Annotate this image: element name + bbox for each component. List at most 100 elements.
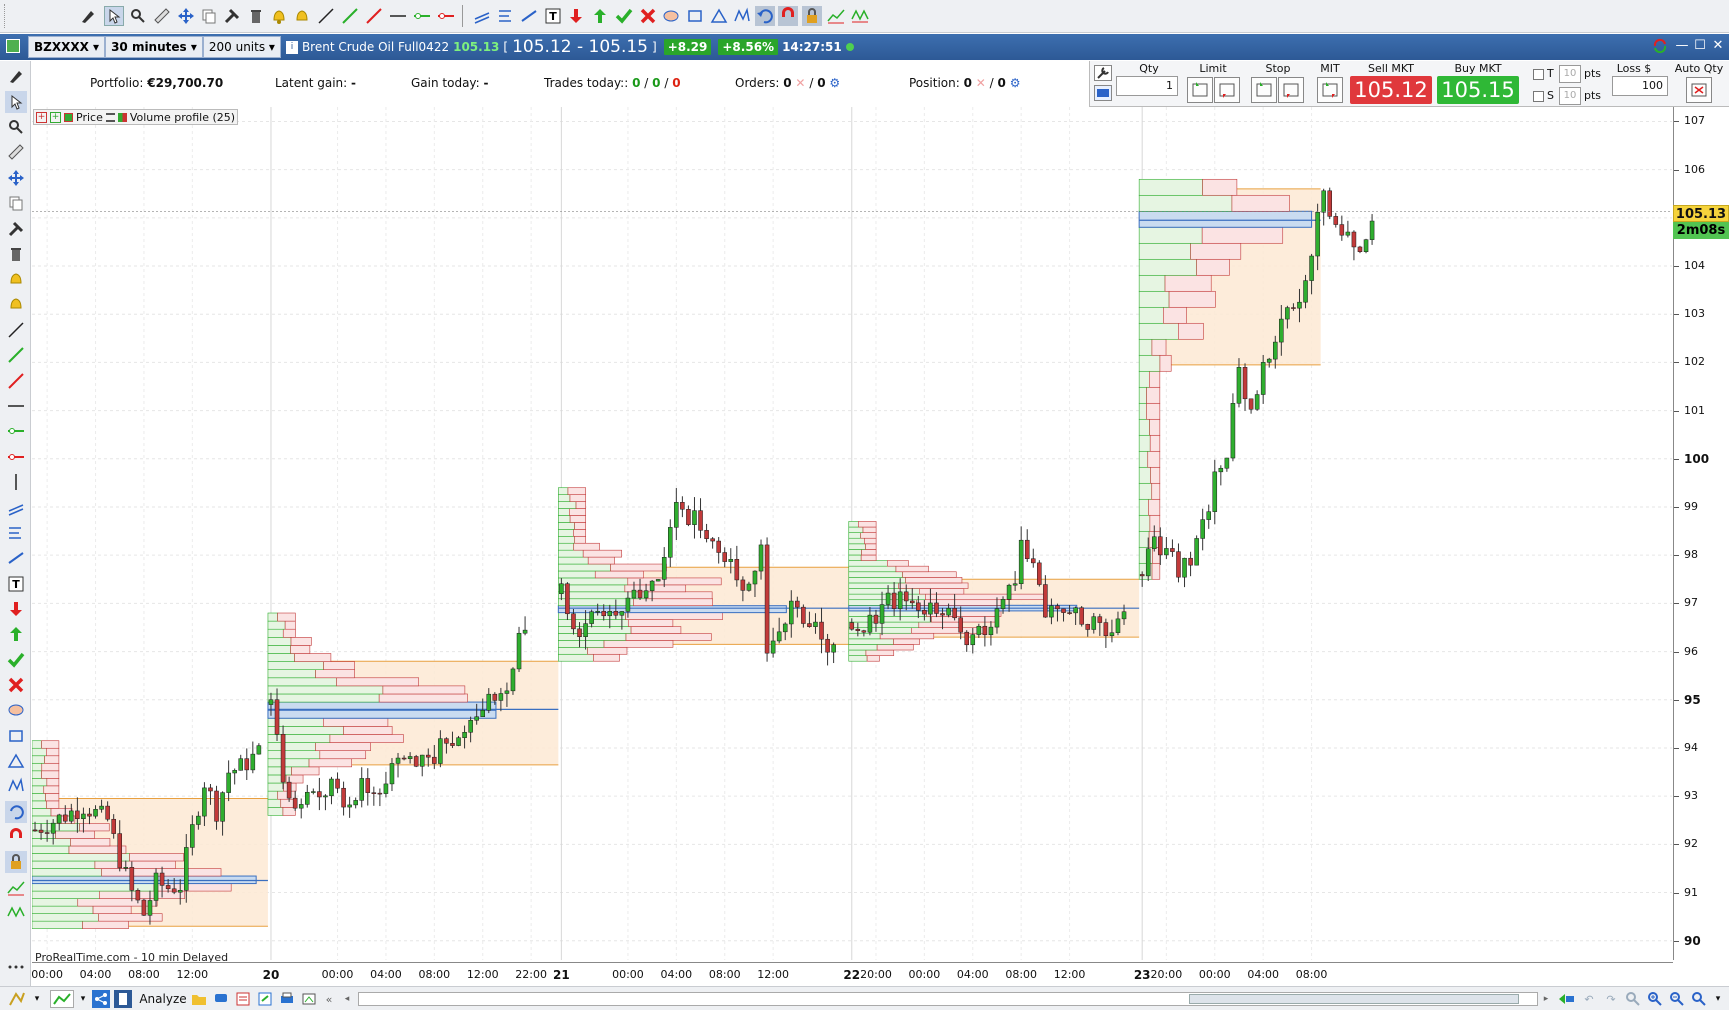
text-tool-icon[interactable]: T: [543, 6, 563, 26]
move-icon[interactable]: [5, 167, 27, 189]
undo-draw-icon[interactable]: [5, 801, 27, 823]
info-icon[interactable]: i: [285, 40, 298, 54]
list-view-icon[interactable]: [234, 990, 252, 1008]
screenshot-icon[interactable]: [300, 990, 318, 1008]
fibonacci-icon[interactable]: [496, 6, 516, 26]
cursor-icon[interactable]: [104, 6, 124, 26]
horizontal-line-icon[interactable]: [5, 395, 27, 417]
toolbar-grip[interactable]: [4, 4, 7, 28]
line-tool-icon[interactable]: [5, 319, 27, 341]
green-horizontal-icon[interactable]: [5, 420, 27, 442]
indicator-icon[interactable]: [5, 877, 27, 899]
zoom-fit-icon[interactable]: [1624, 990, 1642, 1008]
limit-sell-button[interactable]: [1214, 77, 1240, 103]
position-close-icon[interactable]: ✕: [976, 76, 986, 90]
text-tool-icon[interactable]: T: [5, 573, 27, 595]
auto-qty-button[interactable]: [1686, 77, 1712, 103]
ellipse-icon[interactable]: [661, 6, 681, 26]
indicator-dropdown-icon[interactable]: ▾: [32, 990, 42, 1008]
indicator-menu-icon[interactable]: [6, 990, 28, 1008]
uptrend-line-icon[interactable]: [5, 344, 27, 366]
zigzag-icon[interactable]: [5, 902, 27, 924]
red-horizontal-icon[interactable]: [5, 446, 27, 468]
cursor-icon[interactable]: [5, 91, 27, 113]
limit-buy-button[interactable]: [1187, 77, 1213, 103]
fibonacci-icon[interactable]: [5, 522, 27, 544]
qty-input[interactable]: 1: [1116, 76, 1178, 96]
stop-buy-button[interactable]: [1251, 77, 1277, 103]
zoom-out-icon[interactable]: [1668, 990, 1686, 1008]
scroll-right-icon[interactable]: ▸: [1540, 990, 1552, 1008]
scrollbar-thumb[interactable]: [1189, 994, 1519, 1004]
print-icon[interactable]: [278, 990, 296, 1008]
up-arrow-icon[interactable]: [5, 623, 27, 645]
zigzag-icon[interactable]: [850, 6, 870, 26]
mit-button[interactable]: [1317, 77, 1343, 103]
stop-sell-button[interactable]: [1278, 77, 1304, 103]
down-arrow-icon[interactable]: [5, 598, 27, 620]
pattern-icon[interactable]: [732, 6, 752, 26]
red-horizontal-icon[interactable]: [436, 6, 456, 26]
orders-settings-icon[interactable]: ⚙: [829, 76, 840, 90]
cross-icon[interactable]: [638, 6, 658, 26]
regression-icon[interactable]: [5, 547, 27, 569]
pattern-icon[interactable]: [5, 775, 27, 797]
line-tool-icon[interactable]: [316, 6, 336, 26]
copy-icon[interactable]: [5, 192, 27, 214]
zoom-icon[interactable]: [5, 116, 27, 138]
zoom-in-icon[interactable]: [1646, 990, 1664, 1008]
regression-icon[interactable]: [519, 6, 539, 26]
chart-type-dropdown-icon[interactable]: ▾: [78, 990, 88, 1008]
ellipse-icon[interactable]: [5, 699, 27, 721]
list-icon[interactable]: [105, 112, 115, 122]
target-checkbox[interactable]: [1533, 69, 1544, 80]
stop-checkbox[interactable]: [1533, 91, 1544, 102]
down-arrow-icon[interactable]: [566, 6, 586, 26]
alert-bell-icon[interactable]: [5, 268, 27, 290]
horizontal-line-icon[interactable]: [388, 6, 408, 26]
export-icon[interactable]: [256, 990, 274, 1008]
magnet-icon[interactable]: [778, 6, 798, 26]
lock-icon[interactable]: [5, 851, 27, 873]
target-pts-input[interactable]: 10: [1559, 65, 1581, 83]
alert-add-icon[interactable]: [5, 293, 27, 315]
scroll-start-icon[interactable]: «: [322, 990, 336, 1008]
analyze-button[interactable]: Analyze: [138, 990, 188, 1008]
downtrend-line-icon[interactable]: [5, 370, 27, 392]
trash-icon[interactable]: [5, 243, 27, 265]
indicator-icon[interactable]: [826, 6, 846, 26]
pencil-icon[interactable]: [5, 65, 27, 87]
chart-settings-icon[interactable]: [6, 39, 20, 53]
collapse-icon[interactable]: +: [36, 111, 47, 123]
chart-type-icon[interactable]: [50, 990, 74, 1008]
undo-draw-icon[interactable]: [755, 6, 775, 26]
scroll-left-icon[interactable]: ◂: [340, 990, 354, 1008]
loss-input[interactable]: 100: [1612, 76, 1668, 96]
close-icon[interactable]: ✕: [1710, 38, 1726, 54]
orders-cancel-icon[interactable]: ✕: [795, 76, 805, 90]
price-chart[interactable]: [32, 107, 1672, 960]
minimize-icon[interactable]: —: [1674, 38, 1690, 54]
downtrend-line-icon[interactable]: [364, 6, 384, 26]
wrench-icon[interactable]: [1094, 65, 1112, 81]
undo-icon[interactable]: ↶: [1580, 990, 1598, 1008]
tools-icon[interactable]: [5, 218, 27, 240]
rectangle-icon[interactable]: [685, 6, 705, 26]
symbol-selector[interactable]: BZXXXX ▾: [28, 36, 106, 58]
move-icon[interactable]: [176, 6, 196, 26]
up-arrow-icon[interactable]: [590, 6, 610, 26]
alert-add-icon[interactable]: [292, 6, 312, 26]
sell-mkt-button[interactable]: 105.12: [1350, 76, 1432, 104]
uptrend-line-icon[interactable]: [340, 6, 360, 26]
green-horizontal-icon[interactable]: [412, 6, 432, 26]
checkmark-icon[interactable]: [614, 6, 634, 26]
zoom-reset-icon[interactable]: [1690, 990, 1708, 1008]
triangle-icon[interactable]: [709, 6, 729, 26]
legend-price[interactable]: Price: [76, 111, 103, 124]
pencil-icon[interactable]: [78, 6, 98, 26]
channel-icon[interactable]: [472, 6, 492, 26]
position-settings-icon[interactable]: ⚙: [1010, 76, 1021, 90]
alert-bell-icon[interactable]: [269, 6, 289, 26]
zoom-icon[interactable]: [128, 6, 148, 26]
copy-icon[interactable]: [199, 6, 219, 26]
